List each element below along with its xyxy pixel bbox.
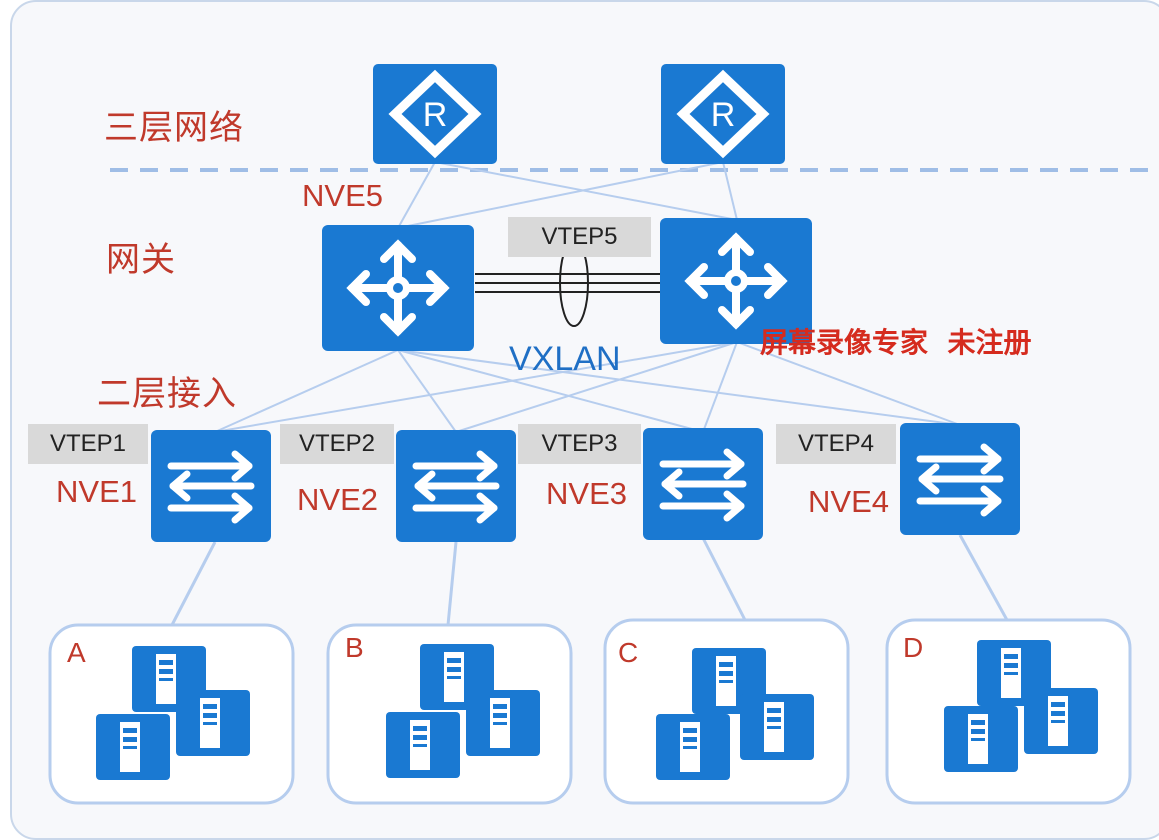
server-icon [96,714,170,780]
gateway-vtep-tag: VTEP5 [508,217,651,257]
server-icon [944,706,1018,772]
router-icon [373,64,497,164]
core-switch-icon [322,225,474,351]
access-switch-icon [643,428,763,540]
server-icon [176,690,250,756]
group-label-d: D [903,632,924,663]
watermark-text: 屏幕录像专家 未注册 [760,326,1032,359]
vtep-tag-1: VTEP1 [28,424,148,464]
server-icon [1024,688,1098,754]
layer-label-l2: 二层接入 [97,374,237,414]
host-links [170,534,1009,626]
access-switch-icon [151,430,271,542]
server-icon [386,712,460,778]
nve-label-4: NVE4 [808,484,889,519]
group-label-b: B [345,632,364,663]
server-icon [656,714,730,780]
nve-label-2: NVE2 [297,482,378,517]
vxlan-label: VXLAN [509,340,621,378]
server-icon [740,694,814,760]
vtep-tag-4: VTEP4 [776,424,896,464]
access-switch-icon [396,430,516,542]
server-icon [466,690,540,756]
layer-label-l3: 三层网络 [104,108,244,148]
router-icon [661,64,785,164]
layer-label-gateway: 网关 [106,240,176,280]
gateway-nve-label: NVE5 [302,178,383,213]
group-label-a: A [67,637,86,668]
vtep-tag-3: VTEP3 [518,424,641,464]
group-label-c: C [618,637,639,668]
nve-label-1: NVE1 [56,474,137,509]
access-switch-icon [900,423,1020,535]
nve-label-3: NVE3 [546,476,627,511]
vtep-tag-2: VTEP2 [280,424,394,464]
